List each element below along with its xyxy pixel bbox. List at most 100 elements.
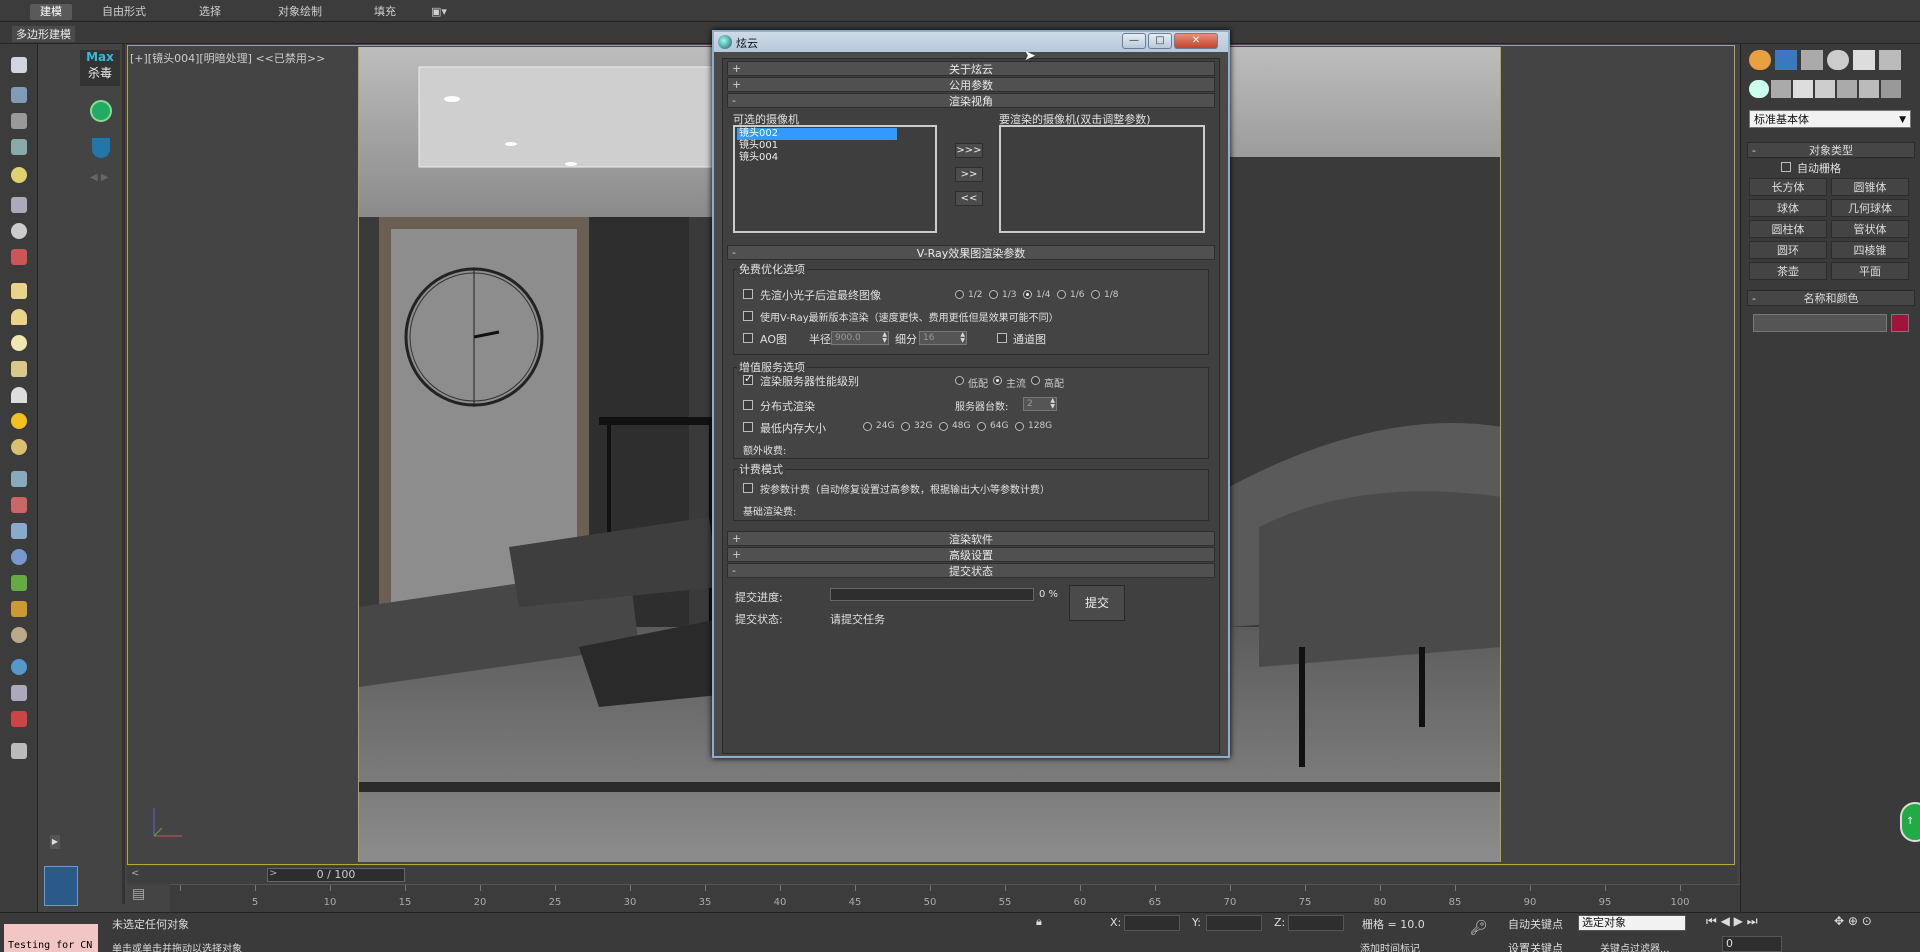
section-advanced[interactable]: + 高级设置 — [727, 547, 1215, 562]
ao-checkbox[interactable] — [743, 333, 753, 343]
section-vray[interactable]: - V-Ray效果图渲染参数 — [727, 245, 1215, 260]
tab-populate[interactable]: 填充 — [365, 4, 405, 20]
tab-freeform[interactable]: 自由形式 — [94, 4, 154, 20]
cone-button[interactable]: 圆锥体 — [1831, 178, 1909, 196]
available-cameras-list[interactable]: 镜头002 镜头001 镜头004 — [733, 125, 937, 233]
sun-icon[interactable] — [7, 410, 31, 432]
key-filter-button[interactable]: 关键点过滤器... — [1600, 940, 1670, 952]
geometry-icon[interactable] — [1749, 80, 1769, 98]
spinner-icon[interactable]: ▲ ▼ — [960, 332, 965, 344]
level-radio[interactable] — [1031, 376, 1040, 385]
capsule-icon[interactable] — [7, 494, 31, 516]
server-count-input[interactable]: 2 ▲ ▼ — [1023, 397, 1057, 411]
viewport-nav-icon[interactable]: ✥ ⊕ ⊙ — [1834, 914, 1872, 928]
torus-button[interactable]: 圆环 — [1749, 241, 1827, 259]
display-tab-icon[interactable] — [1853, 50, 1875, 70]
scan-icon[interactable] — [90, 100, 112, 122]
object-type-rollout[interactable]: - 对象类型 — [1747, 142, 1915, 158]
primitive-type-dropdown[interactable]: 标准基本体 ▼ — [1749, 110, 1911, 128]
fraction-radio[interactable] — [989, 290, 998, 299]
fur-icon[interactable] — [7, 624, 31, 646]
x-coord-field[interactable] — [1124, 915, 1180, 931]
spacewarps-icon[interactable] — [1859, 80, 1879, 98]
script-icon[interactable] — [7, 740, 31, 762]
radius-input[interactable]: 900.0 ▲ ▼ — [831, 331, 889, 345]
object-name-input[interactable] — [1753, 314, 1887, 332]
add-all-button[interactable]: >>> — [955, 143, 983, 158]
selected-object-dropdown[interactable]: 选定对象 — [1578, 915, 1686, 931]
create-tab-icon[interactable] — [1749, 50, 1771, 70]
motion-tab-icon[interactable] — [1827, 50, 1849, 70]
tab-object-paint[interactable]: 对象绘制 — [270, 4, 330, 20]
render-settings-icon[interactable] — [7, 708, 31, 730]
spinner-icon[interactable]: ▲ ▼ — [882, 332, 887, 344]
cameras-icon[interactable] — [1815, 80, 1835, 98]
modify-tab-icon[interactable] — [1775, 50, 1797, 70]
list-item[interactable]: 镜头002 — [737, 128, 897, 140]
auto-grid-checkbox[interactable] — [1781, 162, 1791, 172]
time-slider[interactable]: 0 / 100 — [267, 868, 405, 882]
polygon-modeling-label[interactable]: 多边形建模 — [12, 26, 75, 42]
systems-icon[interactable] — [1881, 80, 1901, 98]
next-frame-icon[interactable]: > — [269, 868, 277, 879]
teapot-icon[interactable] — [7, 54, 31, 76]
cone-icon[interactable] — [7, 384, 31, 406]
mem-radio[interactable] — [977, 422, 986, 431]
helper-icon[interactable] — [7, 194, 31, 216]
level-radio-selected[interactable] — [993, 376, 1002, 385]
section-software[interactable]: + 渲染软件 — [727, 531, 1215, 546]
lights-icon[interactable] — [1793, 80, 1813, 98]
render-frame-icon[interactable] — [7, 84, 31, 106]
list-item[interactable]: 镜头001 — [737, 140, 897, 152]
teapot-button[interactable]: 茶壶 — [1749, 262, 1827, 280]
proxy-icon[interactable] — [7, 520, 31, 542]
viewport-label[interactable]: [+][镜头004][明暗处理] <<已禁用>> — [130, 50, 325, 66]
box-icon[interactable] — [7, 280, 31, 302]
expand-toolbar-icon[interactable]: ▶ — [50, 835, 60, 849]
fraction-radio[interactable] — [1057, 290, 1066, 299]
dialog-titlebar[interactable]: 炫云 — □ ✕ — [714, 32, 1228, 52]
frame-input[interactable]: 0 — [1722, 936, 1782, 952]
close-button[interactable]: ✕ — [1174, 33, 1218, 49]
viewport-layout-icon[interactable] — [44, 866, 78, 906]
sphere-icon[interactable] — [7, 332, 31, 354]
submit-button[interactable]: 提交 — [1069, 585, 1125, 621]
name-color-rollout[interactable]: - 名称和颜色 — [1747, 290, 1915, 306]
spinner-icon[interactable]: ▲ ▼ — [1050, 398, 1055, 410]
shapes-icon[interactable] — [1771, 80, 1791, 98]
pyramid-button[interactable]: 四棱锥 — [1831, 241, 1909, 259]
channel-checkbox[interactable] — [997, 333, 1007, 343]
level-radio[interactable] — [955, 376, 964, 385]
ribbon-options-icon[interactable]: ▣▾ — [428, 4, 450, 20]
particles-icon[interactable] — [7, 468, 31, 490]
new-vray-checkbox[interactable] — [743, 311, 753, 321]
add-button[interactable]: >> — [955, 167, 983, 182]
subdiv-input[interactable]: 16 ▲ ▼ — [919, 331, 967, 345]
by-param-checkbox[interactable] — [743, 483, 753, 493]
key-icon[interactable]: 🔑︎ — [1470, 920, 1488, 936]
globe-icon[interactable] — [7, 656, 31, 678]
tab-selection[interactable]: 选择 — [190, 4, 230, 20]
shield-icon[interactable] — [92, 138, 110, 158]
export-icon[interactable] — [7, 682, 31, 704]
maximize-button[interactable]: □ — [1148, 33, 1172, 49]
dome-icon[interactable] — [7, 306, 31, 328]
min-mem-checkbox[interactable] — [743, 422, 753, 432]
box-button[interactable]: 长方体 — [1749, 178, 1827, 196]
target-cameras-list[interactable] — [999, 125, 1205, 233]
mem-radio[interactable] — [939, 422, 948, 431]
object-color-swatch[interactable] — [1891, 314, 1909, 332]
lock-icon[interactable]: 🔒︎ — [1036, 915, 1042, 929]
track-view-icon[interactable]: ▤ — [132, 886, 156, 906]
film-icon[interactable] — [7, 246, 31, 268]
playback-controls-icon[interactable]: ⏮ ◀ ▶ ⏭ — [1706, 914, 1758, 929]
helpers-icon[interactable] — [1837, 80, 1857, 98]
mem-radio[interactable] — [863, 422, 872, 431]
add-time-tag[interactable]: 添加时间标记 — [1360, 940, 1420, 952]
light-icon[interactable] — [7, 164, 31, 186]
grid-icon[interactable] — [7, 136, 31, 158]
y-coord-field[interactable] — [1206, 915, 1262, 931]
cylinder-button[interactable]: 圆柱体 — [1749, 220, 1827, 238]
gear-icon[interactable] — [7, 546, 31, 568]
ball-icon[interactable] — [7, 436, 31, 458]
